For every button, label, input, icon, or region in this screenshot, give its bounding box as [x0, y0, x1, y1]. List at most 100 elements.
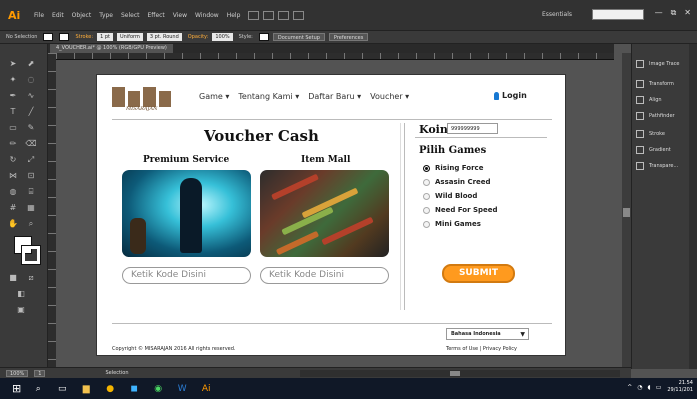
brush-select[interactable]: 3 pt. Round	[146, 33, 182, 41]
style-swatch[interactable]	[258, 33, 269, 41]
eraser-tool-icon[interactable]: ⌫	[24, 138, 38, 150]
menu-view[interactable]: View	[173, 12, 187, 19]
vertical-scroll-thumb[interactable]	[623, 208, 630, 217]
shape-builder-tool-icon[interactable]: ◍	[6, 186, 20, 198]
menu-object[interactable]: Object	[72, 12, 92, 19]
chrome-icon[interactable]: ●	[103, 382, 117, 396]
mesh-tool-icon[interactable]: #	[6, 202, 20, 214]
hand-tool-icon[interactable]: ✋	[6, 218, 20, 230]
minimize-button[interactable]: —	[655, 8, 663, 18]
panel-stroke[interactable]: Stroke	[636, 128, 665, 140]
panel-transform[interactable]: Transform	[636, 78, 674, 90]
artboard-number-field[interactable]: 1	[34, 369, 46, 377]
panel-transparency[interactable]: Transpare...	[636, 160, 678, 172]
opacity-field[interactable]: 100%	[212, 33, 233, 41]
illustrator-taskbar-icon[interactable]: Ai	[199, 382, 213, 396]
item-mall-code-input[interactable]: Ketik Kode Disini	[260, 267, 389, 284]
nav-voucher[interactable]: Voucher ▾	[370, 92, 409, 101]
rotate-tool-icon[interactable]: ↻	[6, 154, 20, 166]
menu-effect[interactable]: Effect	[148, 12, 165, 19]
width-tool-icon[interactable]: ⋈	[6, 170, 20, 182]
submit-button[interactable]: SUBMIT	[442, 264, 515, 283]
panel-align[interactable]: Align	[636, 94, 662, 106]
game-option-need-for-speed[interactable]: Need For Speed	[423, 206, 498, 214]
menu-help[interactable]: Help	[227, 12, 241, 19]
menu-type[interactable]: Type	[99, 12, 113, 19]
task-view-icon[interactable]: ▭	[55, 382, 69, 396]
terms-privacy-links[interactable]: Terms of Use | Privacy Policy	[446, 346, 517, 352]
zoom-level-field[interactable]: 100%	[6, 369, 29, 377]
tray-chevron-icon[interactable]: ^	[627, 384, 632, 391]
paintbrush-tool-icon[interactable]: ✎	[24, 122, 38, 134]
premium-code-input[interactable]: Ketik Kode Disini	[122, 267, 251, 284]
game-option-mini-games[interactable]: Mini Games	[423, 220, 481, 228]
stroke-color-box[interactable]	[21, 245, 41, 265]
panel-image-trace[interactable]: Image Trace	[636, 58, 680, 70]
stroke-weight-field[interactable]: 1 pt	[97, 33, 113, 41]
curvature-tool-icon[interactable]: ∿	[24, 90, 38, 102]
bridge-icon[interactable]	[248, 10, 260, 20]
menu-edit[interactable]: Edit	[52, 12, 64, 19]
document-tab[interactable]: 4_VOUCHER.ai* @ 100% (RGB/GPU Preview)	[50, 44, 173, 53]
artboard[interactable]: MISARAJAN Game ▾ Tentang Kami ▾ Daftar B…	[97, 75, 565, 355]
gpu-icon[interactable]	[293, 10, 305, 20]
radio-icon[interactable]	[423, 192, 430, 200]
scale-tool-icon[interactable]: ⤢	[24, 154, 38, 166]
arrange-documents-icon[interactable]	[278, 10, 290, 20]
draw-mode-icon[interactable]: ◧	[14, 288, 28, 300]
screen-mode-icon[interactable]: ▣	[14, 304, 28, 316]
horizontal-ruler[interactable]	[56, 53, 614, 60]
rectangle-tool-icon[interactable]: ▭	[6, 122, 20, 134]
workspace-switcher[interactable]: Essentials	[542, 11, 572, 18]
variable-width-select[interactable]: Uniform	[116, 33, 143, 41]
lasso-tool-icon[interactable]: ◌	[24, 74, 38, 86]
canvas-area[interactable]: MISARAJAN Game ▾ Tentang Kami ▾ Daftar B…	[56, 60, 622, 367]
gradient-tool-icon[interactable]: ▦	[24, 202, 38, 214]
game-option-wild-blood[interactable]: Wild Blood	[423, 192, 477, 200]
nav-tentang-kami[interactable]: Tentang Kami ▾	[238, 92, 299, 101]
vertical-scrollbar[interactable]	[622, 53, 631, 367]
panel-gradient[interactable]: Gradient	[636, 144, 671, 156]
horizontal-scrollbar[interactable]	[300, 370, 620, 377]
login-link[interactable]: Login	[494, 91, 527, 100]
opacity-label[interactable]: Opacity:	[188, 34, 209, 40]
game-option-assasin-creed[interactable]: Assasin Creed	[423, 178, 491, 186]
close-button[interactable]: ✕	[684, 8, 691, 18]
word-icon[interactable]: W	[175, 382, 189, 396]
help-search-input[interactable]	[592, 9, 644, 20]
network-icon[interactable]: ◔	[637, 384, 642, 391]
none-color-icon[interactable]: ⧄	[24, 272, 38, 284]
radio-selected-icon[interactable]	[423, 164, 430, 172]
battery-icon[interactable]: ▭	[656, 384, 662, 391]
taskbar-clock[interactable]: 21.54 29/11/201	[667, 380, 693, 394]
radio-icon[interactable]	[423, 220, 430, 228]
stroke-swatch[interactable]	[59, 33, 70, 41]
direct-selection-tool-icon[interactable]: ⬈	[24, 58, 38, 70]
line-app-icon[interactable]: ◉	[151, 382, 165, 396]
windows-start-icon[interactable]: ⊞	[12, 382, 21, 395]
game-option-rising-force[interactable]: Rising Force	[423, 164, 483, 172]
zoom-tool-icon[interactable]: ⌕	[24, 218, 38, 230]
pencil-tool-icon[interactable]: ✏	[6, 138, 20, 150]
menu-select[interactable]: Select	[121, 12, 140, 19]
preferences-button[interactable]: Preferences	[328, 33, 369, 41]
restore-button[interactable]: ⧉	[671, 8, 677, 18]
pen-tool-icon[interactable]: ✒	[6, 90, 20, 102]
stock-icon[interactable]	[263, 10, 275, 20]
menu-window[interactable]: Window	[195, 12, 219, 19]
free-transform-tool-icon[interactable]: ⊡	[24, 170, 38, 182]
store-icon[interactable]: ◼	[127, 382, 141, 396]
radio-icon[interactable]	[423, 206, 430, 214]
document-setup-button[interactable]: Document Setup	[272, 33, 325, 41]
file-explorer-icon[interactable]: ▆	[79, 382, 93, 396]
magic-wand-tool-icon[interactable]: ✦	[6, 74, 20, 86]
perspective-grid-tool-icon[interactable]: ⌸	[24, 186, 38, 198]
selection-tool-icon[interactable]: ➤	[6, 58, 20, 70]
line-tool-icon[interactable]: ╱	[24, 106, 38, 118]
horizontal-scroll-thumb[interactable]	[450, 371, 460, 376]
panel-pathfinder[interactable]: Pathfinder	[636, 110, 675, 122]
nav-daftar-baru[interactable]: Daftar Baru ▾	[308, 92, 361, 101]
radio-icon[interactable]	[423, 178, 430, 186]
color-mode-icon[interactable]: ■	[6, 272, 20, 284]
type-tool-icon[interactable]: T	[6, 106, 20, 118]
